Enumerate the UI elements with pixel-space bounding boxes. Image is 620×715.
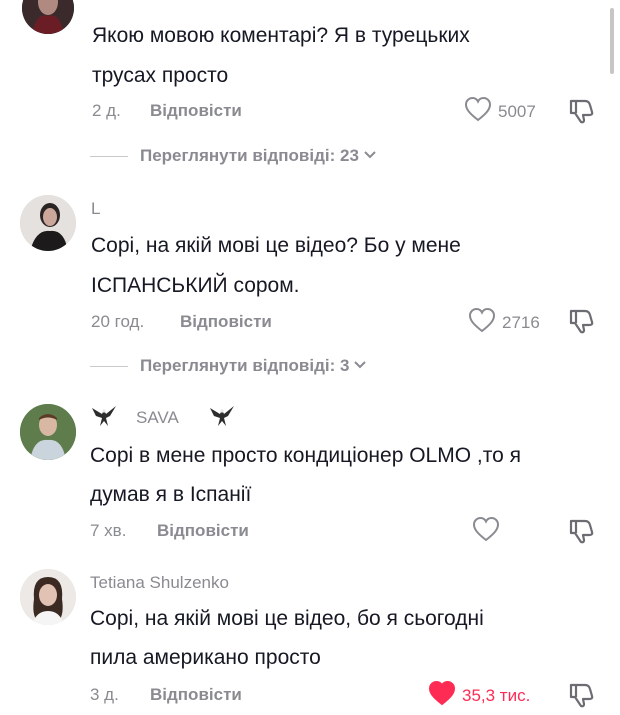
comment-text-line: думав я в Іспанії [90, 483, 252, 506]
thumbs-down-icon[interactable] [568, 680, 598, 713]
heart-outline-icon [464, 96, 492, 127]
comment-time: 20 год. [91, 312, 145, 331]
thumbs-down-icon[interactable] [568, 516, 598, 549]
comment-text-line: Сорі, на якій мові це відео? Бо у мене [91, 234, 461, 257]
view-replies-label: Переглянути відповіді: 23 [140, 146, 359, 165]
view-replies-label: Переглянути відповіді: 3 [140, 356, 350, 375]
comment-username[interactable]: Tetiana Shulzenko [90, 573, 229, 593]
reply-button[interactable]: Відповісти [157, 521, 249, 541]
chevron-down-icon [363, 147, 377, 165]
heart-outline-icon [468, 307, 496, 338]
avatar[interactable] [20, 404, 76, 460]
divider [90, 155, 128, 157]
reply-button[interactable]: Відповісти [150, 101, 242, 121]
scrollbar[interactable] [610, 8, 614, 74]
comment-username[interactable]: L [91, 199, 100, 219]
heart-filled-icon [428, 680, 456, 711]
reply-button[interactable]: Відповісти [150, 685, 242, 705]
comment-text-line: ІСПАНСЬКИЙ сором. [91, 274, 300, 297]
comment-text-line: Якою мовою коментарі? Я в турецьких [92, 24, 470, 47]
view-replies-button[interactable]: Переглянути відповіді: 23 [90, 146, 377, 166]
heart-outline-icon [472, 516, 500, 547]
reply-button[interactable]: Відповісти [180, 312, 272, 332]
like-button[interactable] [472, 516, 506, 547]
like-count: 2716 [502, 312, 540, 332]
comment-text-line: трусах просто [92, 64, 229, 87]
eagle-icon [90, 404, 118, 433]
like-count: 5007 [498, 101, 536, 121]
comment-text-line: Сорі в мене просто кондиціонер OLMO ,то … [90, 444, 521, 467]
like-count: 35,3 тис. [462, 685, 531, 705]
comment-time: 3 д. [90, 685, 119, 704]
like-button[interactable]: 35,3 тис. [428, 680, 530, 711]
eagle-icon [208, 404, 236, 433]
avatar[interactable] [20, 569, 76, 625]
thumbs-down-icon[interactable] [568, 96, 598, 129]
comment-text-line: Сорі, на якій мові це відео, бо я сьогод… [90, 607, 484, 630]
divider [90, 365, 128, 367]
comment-time: 7 хв. [90, 521, 127, 540]
comment-time: 2 д. [92, 101, 121, 120]
avatar[interactable] [20, 195, 76, 251]
view-replies-button[interactable]: Переглянути відповіді: 3 [90, 356, 367, 376]
comment-text-line: пила американо просто [90, 646, 321, 669]
thumbs-down-icon[interactable] [568, 306, 598, 339]
chevron-down-icon [353, 357, 367, 375]
avatar[interactable] [22, 0, 74, 34]
comment-username[interactable]: SAVA [136, 408, 179, 428]
like-button[interactable]: 2716 [468, 307, 540, 338]
like-button[interactable]: 5007 [464, 96, 536, 127]
